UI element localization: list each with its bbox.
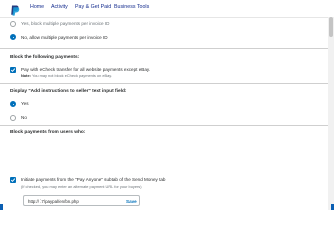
option-block-multiple-label: Yes, block multiple payments per invoice… xyxy=(21,21,110,26)
pay-anyone-checkbox[interactable] xyxy=(10,177,16,183)
alternate-url-value: http:// ̇.7/paypal/en/bn.php xyxy=(28,199,79,204)
section-divider xyxy=(0,83,328,84)
section-divider xyxy=(0,48,328,49)
echeck-note-bold: Note: xyxy=(21,73,31,78)
echeck-label: Pay with eCheck transfer for all website… xyxy=(21,67,151,72)
radio-instructions-no[interactable] xyxy=(10,115,16,121)
checkmark-icon xyxy=(10,178,16,182)
scrollbar-thumb[interactable] xyxy=(329,17,333,37)
block-users-heading: Block payments from users who: xyxy=(10,130,86,135)
nav-activity[interactable]: Activity xyxy=(51,4,68,10)
echeck-checkbox[interactable] xyxy=(10,67,16,73)
top-navigation: Home Activity Pay & Get Paid Business To… xyxy=(0,0,334,18)
block-following-heading: Block the following payments: xyxy=(10,55,80,60)
paypal-logo-icon[interactable] xyxy=(10,3,20,16)
nav-pay-get-paid[interactable]: Pay & Get Paid xyxy=(75,4,111,10)
option-no-label: No xyxy=(21,115,27,120)
pay-anyone-label: Initiate payments from the "Pay Anyone" … xyxy=(21,177,166,182)
section-divider xyxy=(0,125,328,126)
radio-instructions-yes[interactable] xyxy=(10,101,16,107)
echeck-note-text: You may not block eCheck payments on eBa… xyxy=(30,73,112,78)
alternate-url-input[interactable]: http:// ̇.7/paypal/en/bn.php Save xyxy=(23,195,140,206)
checkmark-icon xyxy=(10,68,16,72)
save-button[interactable]: Save xyxy=(126,199,137,204)
nav-business-tools[interactable]: Business Tools xyxy=(114,4,149,10)
option-allow-multiple-label: No, allow multiple payments per invoice … xyxy=(21,35,108,40)
pay-anyone-sub: (If checked, you may enter an alternate … xyxy=(21,184,142,189)
left-edge-marker xyxy=(0,204,3,210)
nav-home[interactable]: Home xyxy=(30,4,44,10)
instructions-heading: Display "Add instructions to seller" tex… xyxy=(10,89,127,94)
option-yes-label: Yes xyxy=(21,101,29,106)
radio-block-multiple[interactable] xyxy=(10,21,16,27)
scrollbar-track[interactable] xyxy=(328,17,334,210)
echeck-note: Note: You may not block eCheck payments … xyxy=(21,73,112,78)
radio-allow-multiple[interactable] xyxy=(10,34,16,40)
page-footer-area xyxy=(0,210,334,250)
